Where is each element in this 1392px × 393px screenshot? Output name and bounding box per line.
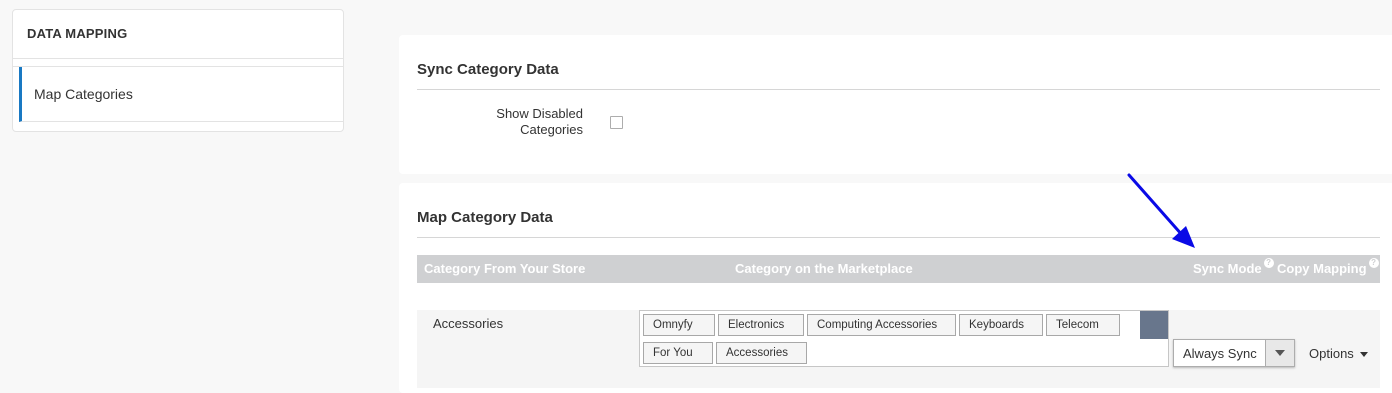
category-tag[interactable]: For You	[643, 342, 713, 364]
column-header-sync-mode: Sync Mode?	[1193, 258, 1274, 276]
marketplace-category-picker[interactable]: Omnyfy Electronics Computing Accessories…	[639, 310, 1169, 367]
map-category-panel: Map Category Data Category From Your Sto…	[399, 183, 1392, 393]
sidebar-item-map-categories[interactable]: Map Categories	[19, 67, 343, 122]
column-header-marketplace: Category on the Marketplace	[735, 261, 913, 276]
category-tag[interactable]: Electronics	[718, 314, 804, 336]
sync-mode-help-icon[interactable]: ?	[1263, 258, 1274, 268]
sync-mode-label: Sync Mode	[1193, 261, 1262, 276]
table-header: Category From Your Store Category on the…	[417, 255, 1380, 283]
map-panel-title: Map Category Data	[417, 209, 1380, 238]
sync-category-panel: Sync Category Data Show Disabled Categor…	[399, 35, 1392, 174]
category-tag[interactable]: Keyboards	[959, 314, 1043, 336]
category-tag[interactable]: Computing Accessories	[807, 314, 956, 336]
caret-down-icon	[1359, 352, 1368, 358]
show-disabled-checkbox[interactable]	[610, 116, 623, 129]
copy-mapping-help-icon[interactable]: ?	[1368, 258, 1379, 268]
sync-panel-title: Sync Category Data	[417, 61, 1380, 90]
sync-mode-value: Always Sync	[1183, 346, 1257, 361]
options-label: Options	[1309, 346, 1354, 361]
category-tag[interactable]: Omnyfy	[643, 314, 715, 336]
table-row: Accessories Omnyfy Electronics Computing…	[417, 310, 1380, 388]
show-disabled-label: Show Disabled Categories	[496, 106, 583, 137]
add-category-button[interactable]	[1140, 311, 1168, 339]
column-header-copy-mapping: Copy Mapping?	[1277, 258, 1379, 276]
sync-mode-select[interactable]: Always Sync	[1173, 339, 1295, 367]
sidebar-divider	[13, 59, 343, 67]
sidebar: DATA MAPPING Map Categories	[12, 9, 344, 132]
store-category-label: Accessories	[433, 316, 504, 331]
column-header-store: Category From Your Store	[424, 261, 586, 276]
copy-mapping-label: Copy Mapping	[1277, 261, 1367, 276]
options-dropdown[interactable]: Options	[1309, 346, 1368, 361]
category-tag[interactable]: Telecom	[1046, 314, 1120, 336]
chevron-down-icon	[1265, 340, 1294, 366]
sidebar-title: DATA MAPPING	[13, 10, 343, 59]
category-tag[interactable]: Accessories	[716, 342, 807, 364]
